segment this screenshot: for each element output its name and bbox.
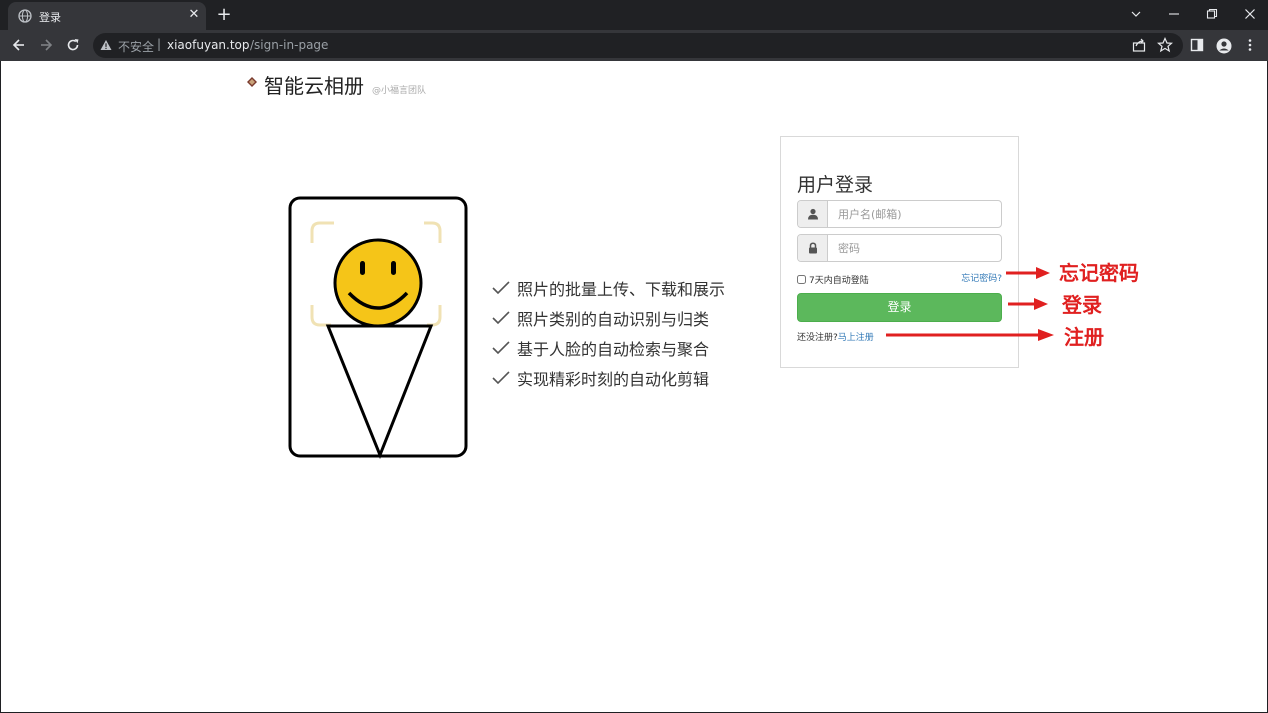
arrow-forgot (1006, 267, 1050, 279)
annotation-register-label: 注册 (1064, 325, 1104, 349)
arrow-login (1008, 298, 1048, 310)
arrow-register (886, 329, 1054, 341)
annotation-arrows (886, 267, 1054, 341)
annotation-forgot-label: 忘记密码 (1059, 261, 1139, 285)
annotation-login-label: 登录 (1062, 293, 1102, 317)
